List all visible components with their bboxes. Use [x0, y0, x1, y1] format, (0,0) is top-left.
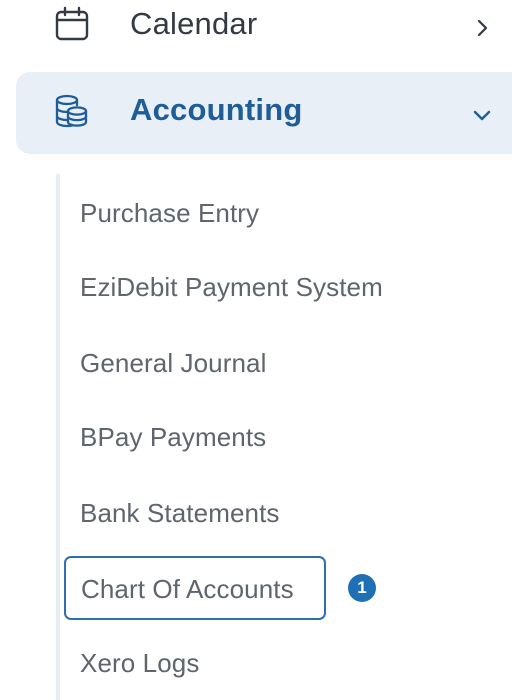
- sidebar-item-accounting[interactable]: Accounting: [16, 72, 512, 154]
- sidebar-item-label: Calendar: [130, 6, 258, 41]
- submenu-item-label: BPay Payments: [80, 422, 267, 452]
- submenu-item-xero-logs[interactable]: Xero Logs: [80, 648, 199, 688]
- submenu-item-label: Purchase Entry: [80, 198, 260, 228]
- submenu-item-general-journal[interactable]: General Journal: [80, 348, 267, 388]
- submenu-item-label: Xero Logs: [80, 648, 200, 678]
- chevron-down-icon: [472, 105, 492, 125]
- sidebar-item-calendar[interactable]: Calendar: [0, 0, 512, 66]
- submenu-item-bpay-payments[interactable]: BPay Payments: [80, 422, 266, 462]
- submenu-item-label: Bank Statements: [80, 498, 280, 528]
- submenu-guide-line: [56, 174, 60, 700]
- submenu-item-label: Chart Of Accounts: [81, 574, 294, 604]
- submenu-item-purchase-entry[interactable]: Purchase Entry: [80, 198, 259, 238]
- submenu-item-bank-statements[interactable]: Bank Statements: [80, 498, 280, 538]
- submenu-item-label: General Journal: [80, 348, 267, 378]
- sidebar-item-label: Accounting: [130, 92, 303, 127]
- submenu-item-label: EziDebit Payment System: [80, 272, 383, 302]
- notification-badge: 1: [348, 574, 376, 602]
- submenu-item-chart-of-accounts[interactable]: Chart Of Accounts: [64, 556, 326, 620]
- calendar-icon: [54, 6, 90, 42]
- submenu-item-ezidebit-payment-system[interactable]: EziDebit Payment System: [80, 272, 383, 312]
- sidebar-nav: Calendar Accounting Purchase Entry EziDe…: [0, 0, 512, 700]
- chevron-right-icon: [474, 19, 492, 37]
- database-icon: [53, 93, 89, 129]
